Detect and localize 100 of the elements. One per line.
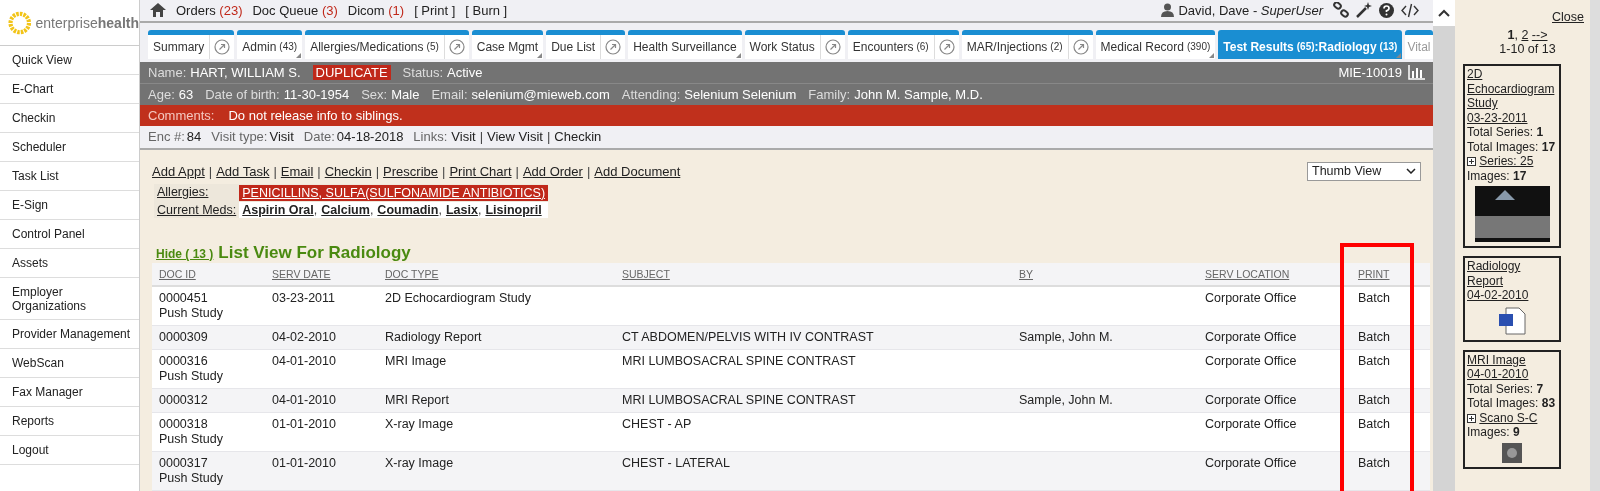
table-cell: MRI Report: [378, 389, 615, 413]
separator: |: [546, 129, 551, 145]
tab[interactable]: Admin (43): [237, 29, 303, 59]
series-link[interactable]: Scano S-C: [1479, 410, 1538, 425]
medication-link[interactable]: Lasix: [445, 202, 478, 217]
hide-link[interactable]: Hide ( 13 ): [156, 247, 214, 261]
code-icon[interactable]: [1401, 2, 1419, 18]
field-value: Selenium Selenium: [684, 87, 797, 103]
card-date-link[interactable]: 04-01-2010: [1467, 367, 1557, 382]
view-dropdown[interactable]: Thumb View: [1307, 161, 1421, 181]
series-link[interactable]: Series: 25: [1479, 154, 1534, 168]
allergies-label[interactable]: Allergies:: [154, 183, 240, 202]
column-header[interactable]: SERV LOCATION: [1198, 263, 1351, 287]
allergy-value[interactable]: PENICILLINS, SULFA(SULFONAMIDE ANTIBIOTICS): [239, 184, 549, 201]
chevron-up-icon[interactable]: [1438, 9, 1450, 17]
next-link[interactable]: -->: [1531, 28, 1548, 42]
user-name[interactable]: David, Dave - SuperUser: [1178, 2, 1323, 18]
sidebar-item[interactable]: Quick View: [0, 46, 139, 75]
top-link[interactable]: Dicom (1): [347, 2, 405, 18]
tab[interactable]: MAR/Injections (2): [961, 29, 1093, 59]
top-link[interactable]: [ Print ]: [414, 2, 456, 18]
medication-link[interactable]: Lisinopril: [485, 202, 542, 217]
home-icon[interactable]: [150, 3, 166, 18]
magic-wand-icon[interactable]: [1356, 2, 1372, 19]
popout-icon[interactable]: [938, 38, 955, 55]
tab[interactable]: Allergies/Medications (5): [305, 29, 469, 59]
table-cell: 0000318 Push Study: [152, 413, 265, 452]
sidebar-item[interactable]: E-Chart: [0, 75, 139, 104]
expand-icon[interactable]: [1467, 413, 1476, 423]
tab[interactable]: Work Status: [744, 29, 845, 59]
top-link[interactable]: Doc Queue (3): [252, 2, 338, 18]
sidebar-item[interactable]: Reports: [0, 407, 139, 436]
action-link[interactable]: Add Document: [594, 163, 681, 179]
tab[interactable]: Due List: [546, 29, 626, 59]
sidebar-item[interactable]: Assets: [0, 249, 139, 278]
sidebar-item[interactable]: Scheduler: [0, 133, 139, 162]
popout-icon[interactable]: [214, 38, 231, 55]
card-title-link[interactable]: MRI Image: [1467, 352, 1557, 367]
popout-icon[interactable]: [605, 38, 622, 55]
sidebar-item[interactable]: Checkin: [0, 104, 139, 133]
top-link[interactable]: Orders (23): [176, 2, 243, 18]
column-header[interactable]: PRINT: [1351, 263, 1430, 287]
tab[interactable]: Summary: [148, 29, 235, 59]
sidebar-item[interactable]: Fax Manager: [0, 378, 139, 407]
close-link[interactable]: Close: [1552, 10, 1584, 24]
medication-link[interactable]: Calcium: [321, 202, 370, 217]
field-label: Attending:: [621, 87, 681, 103]
page-link[interactable]: 2: [1521, 28, 1529, 42]
popout-icon[interactable]: [824, 38, 841, 55]
sidebar-item[interactable]: E-Sign: [0, 191, 139, 220]
card-date-link[interactable]: 03-23-2011: [1467, 110, 1557, 125]
record-id: MIE-10019: [1338, 65, 1402, 81]
popout-icon[interactable]: [1072, 38, 1089, 55]
top-link[interactable]: [ Burn ]: [465, 2, 508, 18]
meds-label[interactable]: Current Meds:: [154, 201, 240, 218]
scrollbar[interactable]: [1433, 0, 1455, 491]
table-cell: Corporate Office: [1198, 287, 1351, 326]
tab[interactable]: Health Surveillance: [628, 29, 742, 59]
column-header[interactable]: DOC ID: [152, 263, 265, 287]
column-header[interactable]: SUBJECT: [615, 263, 1012, 287]
field-label: Sex:: [361, 87, 388, 103]
column-header[interactable]: DOC TYPE: [378, 263, 615, 287]
action-link[interactable]: Prescribe: [383, 163, 438, 179]
table-cell: Batch: [1351, 287, 1430, 326]
encounter-link[interactable]: View Visit: [487, 129, 543, 145]
action-link[interactable]: Add Order: [522, 163, 583, 179]
card-title-link[interactable]: 2D Echocardiogram Study: [1467, 67, 1557, 111]
medication-link[interactable]: Aspirin Oral: [242, 202, 314, 217]
column-header[interactable]: SERV DATE: [265, 263, 378, 287]
column-header[interactable]: BY: [1012, 263, 1198, 287]
separator: |: [515, 163, 519, 179]
sidebar-item[interactable]: Logout: [0, 436, 139, 465]
sidebar-item[interactable]: Task List: [0, 162, 139, 191]
action-link[interactable]: Checkin: [324, 163, 372, 179]
tab[interactable]: Test Results (65):Radiology (13): [1218, 29, 1403, 59]
action-link[interactable]: Add Task: [216, 163, 270, 179]
field-value: 04-18-2018: [336, 129, 404, 145]
sidebar-item[interactable]: Control Panel: [0, 220, 139, 249]
card-date-link[interactable]: 04-02-2010: [1467, 288, 1557, 303]
card-title-link[interactable]: Radiology Report: [1467, 259, 1557, 288]
sidebar-item[interactable]: WebScan: [0, 349, 139, 378]
table-cell: Corporate Office: [1198, 452, 1351, 491]
bar-chart-icon[interactable]: [1408, 65, 1425, 81]
field-label: Email:: [431, 87, 468, 103]
action-link[interactable]: Print Chart: [449, 163, 512, 179]
link-icon[interactable]: [1333, 2, 1349, 19]
help-icon[interactable]: [1379, 2, 1394, 18]
action-link[interactable]: Add Appt: [152, 163, 205, 179]
tab[interactable]: Encounters (6): [847, 29, 959, 59]
tab[interactable]: Medical Record (390): [1095, 29, 1216, 59]
table-cell: 0000312: [152, 389, 265, 413]
sidebar-item[interactable]: Employer Organizations: [0, 278, 139, 320]
popout-icon[interactable]: [448, 38, 465, 55]
table-cell: MRI LUMBOSACRAL SPINE CONTRAST: [615, 350, 1012, 389]
tab[interactable]: Case Mgmt: [471, 29, 544, 59]
action-link[interactable]: Email: [280, 163, 314, 179]
encounter-link[interactable]: Checkin: [554, 129, 602, 145]
expand-icon[interactable]: [1467, 157, 1476, 167]
encounter-link[interactable]: Visit: [451, 129, 476, 145]
sidebar-item[interactable]: Provider Management: [0, 320, 139, 349]
